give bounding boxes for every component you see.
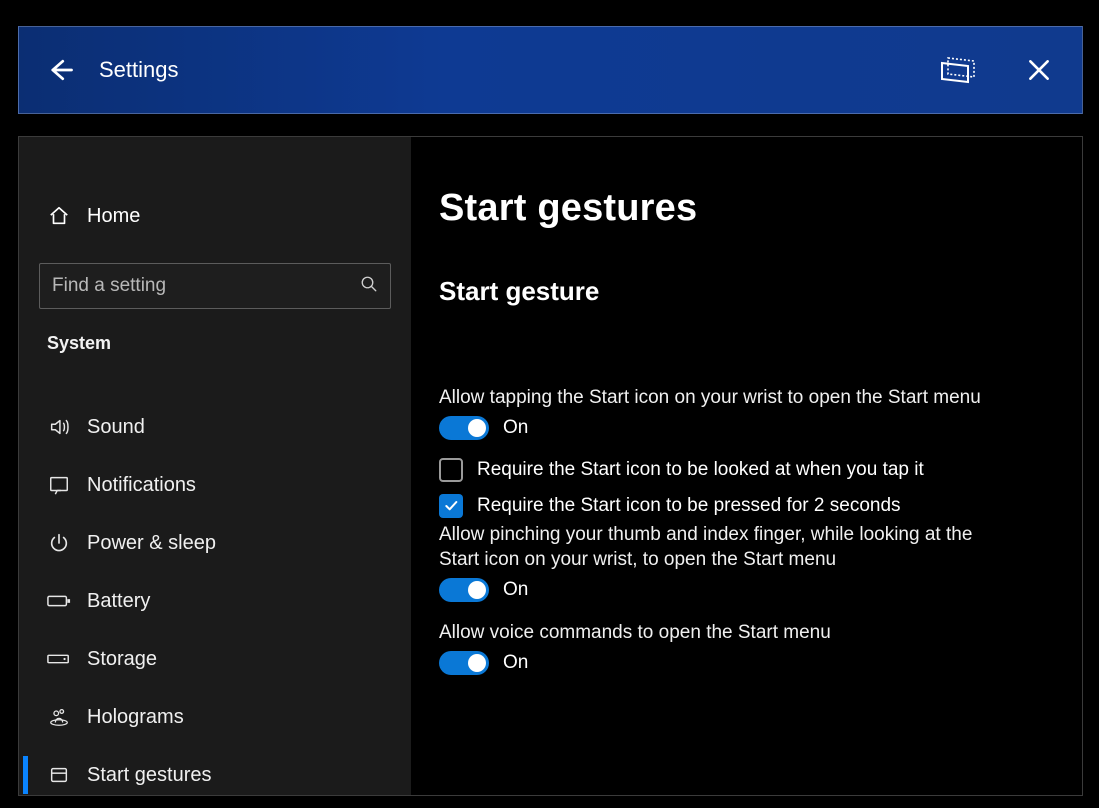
storage-icon: [45, 648, 73, 670]
toggle-state-label: On: [503, 652, 528, 674]
checkbox-require-look[interactable]: Require the Start icon to be looked at w…: [439, 458, 1052, 482]
setting-tap-wrist: Allow tapping the Start icon on your wri…: [439, 385, 1052, 518]
checkbox-label: Require the Start icon to be looked at w…: [477, 459, 924, 481]
sidebar-category: System: [19, 333, 411, 354]
content-pane: Start gestures Start gesture Allow tappi…: [411, 137, 1082, 795]
follow-me-button[interactable]: [938, 55, 978, 85]
sidebar-item-storage[interactable]: Storage: [19, 630, 411, 688]
setting-label: Allow tapping the Start icon on your wri…: [439, 385, 1052, 410]
close-button[interactable]: [1026, 57, 1052, 83]
back-arrow-icon: [44, 55, 74, 85]
toggle-voice[interactable]: [439, 651, 489, 675]
search-icon: [360, 275, 378, 298]
setting-pinch: Allow pinching your thumb and index fing…: [439, 522, 1052, 602]
checkbox-require-press-2s[interactable]: Require the Start icon to be pressed for…: [439, 494, 1052, 518]
toggle-pinch[interactable]: [439, 578, 489, 602]
sidebar-item-battery[interactable]: Battery: [19, 572, 411, 630]
window-slab-icon: [938, 55, 978, 85]
settings-window: Home System Sound: [18, 136, 1083, 796]
setting-voice: Allow voice commands to open the Start m…: [439, 620, 1052, 675]
close-icon: [1026, 57, 1052, 83]
power-icon: [45, 532, 73, 554]
sound-icon: [45, 416, 73, 438]
sidebar-item-power-sleep[interactable]: Power & sleep: [19, 514, 411, 572]
page-title: Start gestures: [439, 187, 1052, 230]
sidebar-item-label: Power & sleep: [87, 532, 216, 555]
sidebar-item-holograms[interactable]: Holograms: [19, 688, 411, 746]
toggle-tap-wrist[interactable]: [439, 416, 489, 440]
sidebar-item-label: Storage: [87, 648, 157, 671]
sidebar-home-label: Home: [87, 205, 140, 228]
toggle-knob: [468, 419, 486, 437]
battery-icon: [45, 590, 73, 612]
notifications-icon: [45, 474, 73, 496]
checkbox-icon: [439, 494, 463, 518]
search-box[interactable]: [39, 263, 391, 309]
sidebar: Home System Sound: [19, 137, 411, 795]
checkbox-icon: [439, 458, 463, 482]
sidebar-item-label: Sound: [87, 416, 145, 439]
toggle-state-label: On: [503, 579, 528, 601]
setting-label: Allow pinching your thumb and index fing…: [439, 522, 999, 572]
sidebar-item-notifications[interactable]: Notifications: [19, 456, 411, 514]
sidebar-item-label: Holograms: [87, 706, 184, 729]
checkbox-label: Require the Start icon to be pressed for…: [477, 495, 901, 517]
section-title: Start gesture: [439, 276, 1052, 307]
window-title: Settings: [99, 57, 938, 83]
home-icon: [45, 205, 73, 227]
gestures-icon: [45, 764, 73, 786]
toggle-knob: [468, 654, 486, 672]
search-input[interactable]: [52, 275, 360, 297]
sidebar-item-start-gestures[interactable]: Start gestures: [19, 746, 411, 804]
sidebar-item-label: Battery: [87, 590, 150, 613]
toggle-knob: [468, 581, 486, 599]
back-button[interactable]: [35, 46, 83, 94]
setting-label: Allow voice commands to open the Start m…: [439, 620, 1052, 645]
title-bar: Settings: [18, 26, 1083, 114]
sidebar-item-sound[interactable]: Sound: [19, 398, 411, 456]
sidebar-item-label: Start gestures: [87, 764, 212, 787]
toggle-state-label: On: [503, 417, 528, 439]
holograms-icon: [45, 706, 73, 728]
sidebar-home[interactable]: Home: [19, 197, 411, 235]
sidebar-item-label: Notifications: [87, 474, 196, 497]
